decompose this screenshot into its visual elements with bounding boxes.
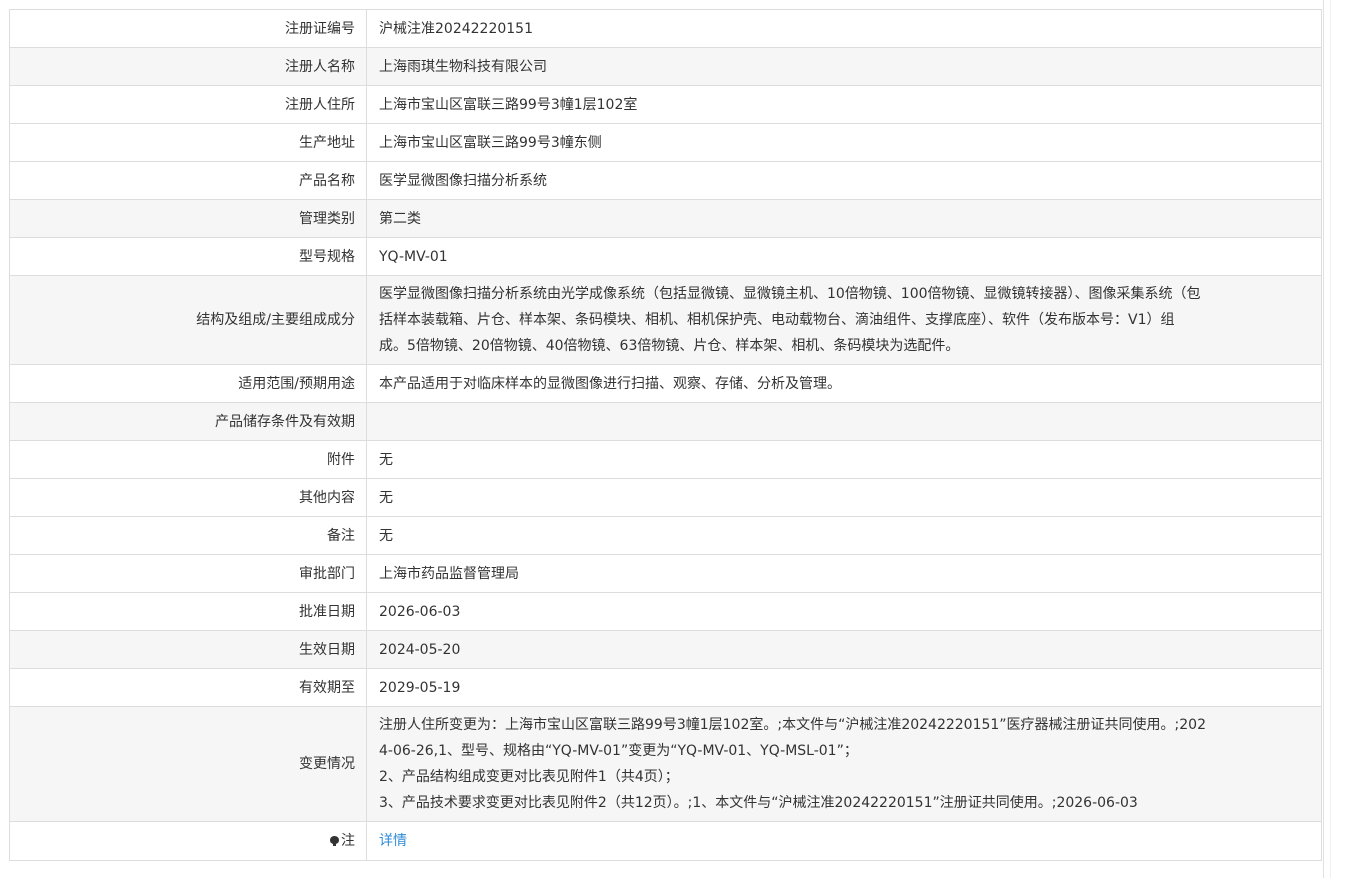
registration-detail-panel: 注册证编号 沪械注准20242220151 注册人名称 上海雨琪生物科技有限公司… <box>9 9 1322 861</box>
row-value: 无 <box>366 478 1322 517</box>
row-label: 变更情况 <box>9 706 367 822</box>
details-link[interactable]: 详情 <box>379 833 407 849</box>
table-row-change-history: 变更情况 注册人住所变更为：上海市宝山区富联三路99号3幢1层102室。;本文件… <box>9 706 1322 822</box>
table-row-structure-composition: 结构及组成/主要组成成分 医学显微图像扫描分析系统由光学成像系统（包括显微镜、显… <box>9 275 1322 365</box>
table-row-model-spec: 型号规格 YQ-MV-01 <box>9 237 1322 276</box>
scrollbar-track-edge-outer <box>1330 0 1331 878</box>
scrollbar-track-edge <box>1323 0 1324 878</box>
row-value: YQ-MV-01 <box>366 237 1322 276</box>
row-label: 审批部门 <box>9 554 367 593</box>
row-value: 本产品适用于对临床样本的显微图像进行扫描、观察、存储、分析及管理。 <box>366 364 1322 403</box>
row-value: 无 <box>366 516 1322 555</box>
table-row-note: 注 详情 <box>9 821 1322 861</box>
row-label: 注册人名称 <box>9 47 367 86</box>
table-row-remarks: 备注 无 <box>9 516 1322 555</box>
row-label: 备注 <box>9 516 367 555</box>
row-value-line: 医学显微图像扫描分析系统由光学成像系统（包括显微镜、显微镜主机、10倍物镜、10… <box>379 286 1201 302</box>
row-label: 注册证编号 <box>9 9 367 48</box>
row-label-note: 注 <box>9 821 367 861</box>
table-row-registrant-name: 注册人名称 上海雨琪生物科技有限公司 <box>9 47 1322 86</box>
table-row-attachments: 附件 无 <box>9 440 1322 479</box>
row-label: 适用范围/预期用途 <box>9 364 367 403</box>
row-label: 结构及组成/主要组成成分 <box>9 275 367 365</box>
note-label: 注 <box>341 833 355 849</box>
row-label: 产品名称 <box>9 161 367 200</box>
table-row-product-name: 产品名称 医学显微图像扫描分析系统 <box>9 161 1322 200</box>
row-label: 生产地址 <box>9 123 367 162</box>
table-row-approval-department: 审批部门 上海市药品监督管理局 <box>9 554 1322 593</box>
row-value: 上海市宝山区富联三路99号3幢东侧 <box>366 123 1322 162</box>
table-row-registrant-address: 注册人住所 上海市宝山区富联三路99号3幢1层102室 <box>9 85 1322 124</box>
table-row-approval-date: 批准日期 2026-06-03 <box>9 592 1322 631</box>
row-value: 上海雨琪生物科技有限公司 <box>366 47 1322 86</box>
row-value: 上海市宝山区富联三路99号3幢1层102室 <box>366 85 1322 124</box>
table-row-management-category: 管理类别 第二类 <box>9 199 1322 238</box>
row-label: 批准日期 <box>9 592 367 631</box>
table-row-intended-use: 适用范围/预期用途 本产品适用于对临床样本的显微图像进行扫描、观察、存储、分析及… <box>9 364 1322 403</box>
row-value <box>366 402 1322 441</box>
row-label: 有效期至 <box>9 668 367 707</box>
row-value-line: 成。5倍物镜、20倍物镜、40倍物镜、63倍物镜、片仓、样本架、相机、条码模块为… <box>379 338 960 354</box>
table-row-other-content: 其他内容 无 <box>9 478 1322 517</box>
row-value: 详情 <box>366 821 1322 861</box>
row-value: 2024-05-20 <box>366 630 1322 669</box>
row-label: 其他内容 <box>9 478 367 517</box>
row-value: 沪械注准20242220151 <box>366 9 1322 48</box>
row-value: 2026-06-03 <box>366 592 1322 631</box>
row-label: 产品储存条件及有效期 <box>9 402 367 441</box>
row-value-line: 3、产品技术要求变更对比表见附件2（共12页）。;1、本文件与“沪械注准2024… <box>379 795 1138 811</box>
table-row-registration-number: 注册证编号 沪械注准20242220151 <box>9 9 1322 48</box>
row-value-line: 2、产品结构组成变更对比表见附件1（共4页）； <box>379 769 679 785</box>
row-value: 注册人住所变更为：上海市宝山区富联三路99号3幢1层102室。;本文件与“沪械注… <box>366 706 1322 822</box>
table-row-storage-validity: 产品储存条件及有效期 <box>9 402 1322 441</box>
row-value: 无 <box>366 440 1322 479</box>
table-row-valid-until: 有效期至 2029-05-19 <box>9 668 1322 707</box>
row-label: 管理类别 <box>9 199 367 238</box>
row-value-line: 括样本装载箱、片仓、样本架、条码模块、相机、相机保护壳、电动载物台、滴油组件、支… <box>379 312 1175 328</box>
row-value-line: 注册人住所变更为：上海市宝山区富联三路99号3幢1层102室。;本文件与“沪械注… <box>379 717 1206 733</box>
row-value: 医学显微图像扫描分析系统 <box>366 161 1322 200</box>
row-label: 生效日期 <box>9 630 367 669</box>
row-value: 上海市药品监督管理局 <box>366 554 1322 593</box>
row-value-line: 4-06-26,1、型号、规格由“YQ-MV-01”变更为“YQ-MV-01、Y… <box>379 743 858 759</box>
row-label: 注册人住所 <box>9 85 367 124</box>
registration-info-table: 注册证编号 沪械注准20242220151 注册人名称 上海雨琪生物科技有限公司… <box>9 9 1322 861</box>
row-value: 第二类 <box>366 199 1322 238</box>
table-row-effective-date: 生效日期 2024-05-20 <box>9 630 1322 669</box>
table-row-production-address: 生产地址 上海市宝山区富联三路99号3幢东侧 <box>9 123 1322 162</box>
row-label: 型号规格 <box>9 237 367 276</box>
row-value: 2029-05-19 <box>366 668 1322 707</box>
row-value: 医学显微图像扫描分析系统由光学成像系统（包括显微镜、显微镜主机、10倍物镜、10… <box>366 275 1322 365</box>
lightbulb-icon <box>330 836 339 846</box>
row-label: 附件 <box>9 440 367 479</box>
